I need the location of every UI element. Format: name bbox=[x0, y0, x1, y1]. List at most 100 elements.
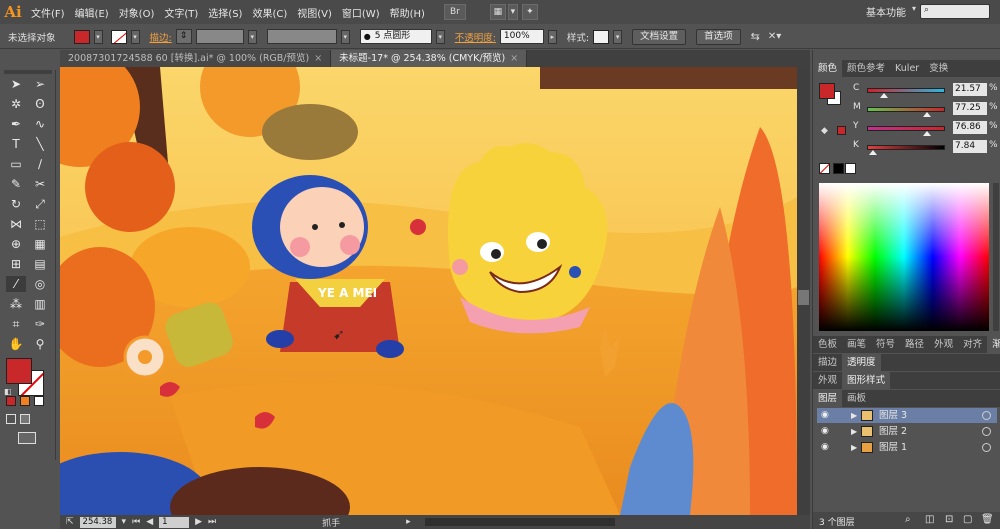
width-tool-icon[interactable]: ⋈ bbox=[6, 216, 26, 232]
gradient-tool-icon[interactable]: ▤ bbox=[30, 256, 50, 272]
artboard-number[interactable]: 1 bbox=[159, 516, 190, 528]
rotate-tool-icon[interactable]: ↻ bbox=[6, 196, 26, 212]
document-setup-button[interactable]: 文档设置 bbox=[632, 28, 687, 45]
tab-stroke[interactable]: 描边 bbox=[813, 354, 842, 371]
prev-artboard-icon[interactable]: ◀ bbox=[146, 517, 153, 527]
visibility-eye-icon[interactable]: ◉ bbox=[821, 440, 833, 455]
layer-name[interactable]: 图层 3 bbox=[879, 408, 907, 423]
tools-grip[interactable] bbox=[4, 70, 52, 74]
stroke-label[interactable]: 描边: bbox=[150, 30, 172, 44]
tab-graphic-styles[interactable]: 图形样式 bbox=[842, 372, 891, 389]
out-of-gamut-icon[interactable]: ◆ bbox=[821, 126, 828, 136]
direct-selection-tool-icon[interactable]: ➢ bbox=[30, 76, 50, 92]
stroke-swatch[interactable] bbox=[110, 29, 127, 44]
menu-edit[interactable]: 编辑(E) bbox=[70, 5, 114, 20]
selection-tool-icon[interactable]: ➤ bbox=[6, 76, 26, 92]
opacity-dropdown-icon[interactable]: ▸ bbox=[547, 29, 557, 44]
close-icon[interactable]: × bbox=[314, 53, 322, 64]
stroke-dropdown-icon[interactable]: ▾ bbox=[130, 29, 140, 44]
menu-file[interactable]: 文件(F) bbox=[26, 5, 70, 20]
perspective-grid-tool-icon[interactable]: ▦ bbox=[30, 236, 50, 252]
rectangle-tool-icon[interactable]: ▭ bbox=[6, 156, 26, 172]
preferences-button[interactable]: 首选项 bbox=[696, 28, 741, 45]
line-tool-icon[interactable]: ╲ bbox=[30, 136, 50, 152]
opacity-input[interactable]: 100% bbox=[499, 29, 544, 44]
tab-transparency[interactable]: 透明度 bbox=[842, 354, 881, 371]
menu-help[interactable]: 帮助(H) bbox=[385, 5, 430, 20]
slice-tool-icon[interactable]: ✑ bbox=[30, 316, 50, 332]
none-mode-icon[interactable] bbox=[34, 396, 44, 406]
arrange-dropdown-icon[interactable]: ▾ bbox=[507, 4, 518, 20]
scale-tool-icon[interactable]: ⤢ bbox=[30, 196, 50, 212]
tab-swatches[interactable]: 色板 bbox=[813, 336, 842, 353]
screen-mode-icon[interactable] bbox=[18, 432, 36, 444]
variable-width-profile[interactable] bbox=[266, 29, 337, 44]
make-clipping-mask-icon[interactable]: ◫ bbox=[925, 514, 934, 525]
layer-row-1[interactable]: ◉ ▶ 图层 1 bbox=[817, 440, 997, 455]
draw-behind-icon[interactable] bbox=[20, 414, 30, 424]
white-color-swatch[interactable] bbox=[845, 163, 856, 174]
shape-builder-tool-icon[interactable]: ⊕ bbox=[6, 236, 26, 252]
vertical-scroll-thumb[interactable] bbox=[798, 290, 809, 305]
arrange-icon[interactable]: ⇆ bbox=[751, 30, 760, 43]
hand-tool-icon[interactable]: ✋ bbox=[6, 336, 26, 352]
none-color-swatch[interactable] bbox=[819, 163, 830, 174]
artboard-canvas[interactable]: YE A MEI ➹ bbox=[60, 67, 797, 515]
slider-track[interactable] bbox=[867, 107, 945, 112]
tab-document-1[interactable]: 20087301724588 60 [转换].ai* @ 100% (RGB/预… bbox=[60, 50, 332, 67]
expand-arrow-icon[interactable]: ▶ bbox=[851, 408, 857, 423]
paintbrush-tool-icon[interactable]: ∕ bbox=[30, 156, 50, 172]
gpu-icon[interactable]: ✦ bbox=[521, 4, 538, 20]
slider-track[interactable] bbox=[867, 145, 945, 150]
layer-row-2[interactable]: ◉ ▶ 图层 2 bbox=[817, 424, 997, 439]
layer-target-icon[interactable] bbox=[982, 443, 991, 452]
tab-color-guide[interactable]: 颜色参考 bbox=[842, 60, 890, 77]
brush-dropdown-icon[interactable]: ▾ bbox=[435, 29, 445, 44]
tab-brushes[interactable]: 画笔 bbox=[842, 336, 871, 353]
slider-knob[interactable] bbox=[869, 150, 878, 155]
tab-document-2[interactable]: 未标题-17* @ 254.38% (CMYK/预览) × bbox=[331, 50, 528, 67]
slider-track[interactable] bbox=[867, 126, 945, 131]
fill-color-front[interactable] bbox=[6, 358, 32, 384]
control-menu-icon[interactable]: ✕▾ bbox=[768, 31, 781, 42]
stroke-weight-spinner[interactable]: ⇕ bbox=[175, 29, 192, 44]
zoom-input[interactable]: 254.38 bbox=[79, 516, 116, 528]
black-value-input[interactable]: 7.84 bbox=[953, 140, 987, 153]
lasso-tool-icon[interactable]: ʘ bbox=[30, 96, 50, 112]
scissors-tool-icon[interactable]: ✂ bbox=[30, 176, 50, 192]
last-artboard-icon[interactable]: ⏭ bbox=[208, 517, 216, 527]
arrange-documents-icon[interactable]: ▦ bbox=[489, 4, 506, 20]
slider-knob[interactable] bbox=[923, 112, 932, 117]
horizontal-scrollbar[interactable] bbox=[424, 518, 615, 526]
visibility-eye-icon[interactable]: ◉ bbox=[821, 408, 833, 423]
graphic-style-swatch[interactable] bbox=[593, 29, 610, 44]
first-artboard-icon[interactable]: ⏮ bbox=[132, 517, 140, 527]
tab-layers[interactable]: 图层 bbox=[813, 390, 843, 407]
eyedropper-tool-icon[interactable]: ⁄ bbox=[6, 276, 26, 292]
blend-tool-icon[interactable]: ◎ bbox=[30, 276, 50, 292]
pencil-tool-icon[interactable]: ✎ bbox=[6, 176, 26, 192]
free-transform-tool-icon[interactable]: ⬚ bbox=[30, 216, 50, 232]
tab-color[interactable]: 颜色 bbox=[813, 60, 843, 77]
tab-align[interactable]: 对齐 bbox=[958, 336, 987, 353]
mesh-tool-icon[interactable]: ⊞ bbox=[6, 256, 26, 272]
fill-dropdown-icon[interactable]: ▾ bbox=[93, 29, 103, 44]
gradient-mode-icon[interactable] bbox=[20, 396, 30, 406]
column-graph-tool-icon[interactable]: ▥ bbox=[30, 296, 50, 312]
slider-knob[interactable] bbox=[923, 131, 932, 136]
black-color-swatch[interactable] bbox=[833, 163, 844, 174]
tab-artboards[interactable]: 画板 bbox=[842, 390, 871, 407]
slider-cyan[interactable]: C 21.57 % bbox=[853, 83, 999, 98]
artboard-tool-icon[interactable]: ⌗ bbox=[6, 316, 26, 332]
workspace-switcher[interactable]: 基本功能 bbox=[866, 4, 906, 19]
style-dropdown-icon[interactable]: ▾ bbox=[613, 29, 623, 44]
stroke-weight-input[interactable] bbox=[195, 29, 244, 44]
tab-transform[interactable]: 变换 bbox=[924, 60, 953, 77]
slider-black[interactable]: K 7.84 % bbox=[853, 140, 999, 155]
brush-definition[interactable]: ● 5 点圆形 bbox=[359, 29, 432, 44]
layer-target-icon[interactable] bbox=[982, 411, 991, 420]
gamut-color-swatch[interactable] bbox=[837, 126, 846, 135]
layer-target-icon[interactable] bbox=[982, 427, 991, 436]
delete-layer-icon[interactable]: 🗑 bbox=[981, 514, 994, 525]
color-mode-icon[interactable] bbox=[6, 396, 16, 406]
